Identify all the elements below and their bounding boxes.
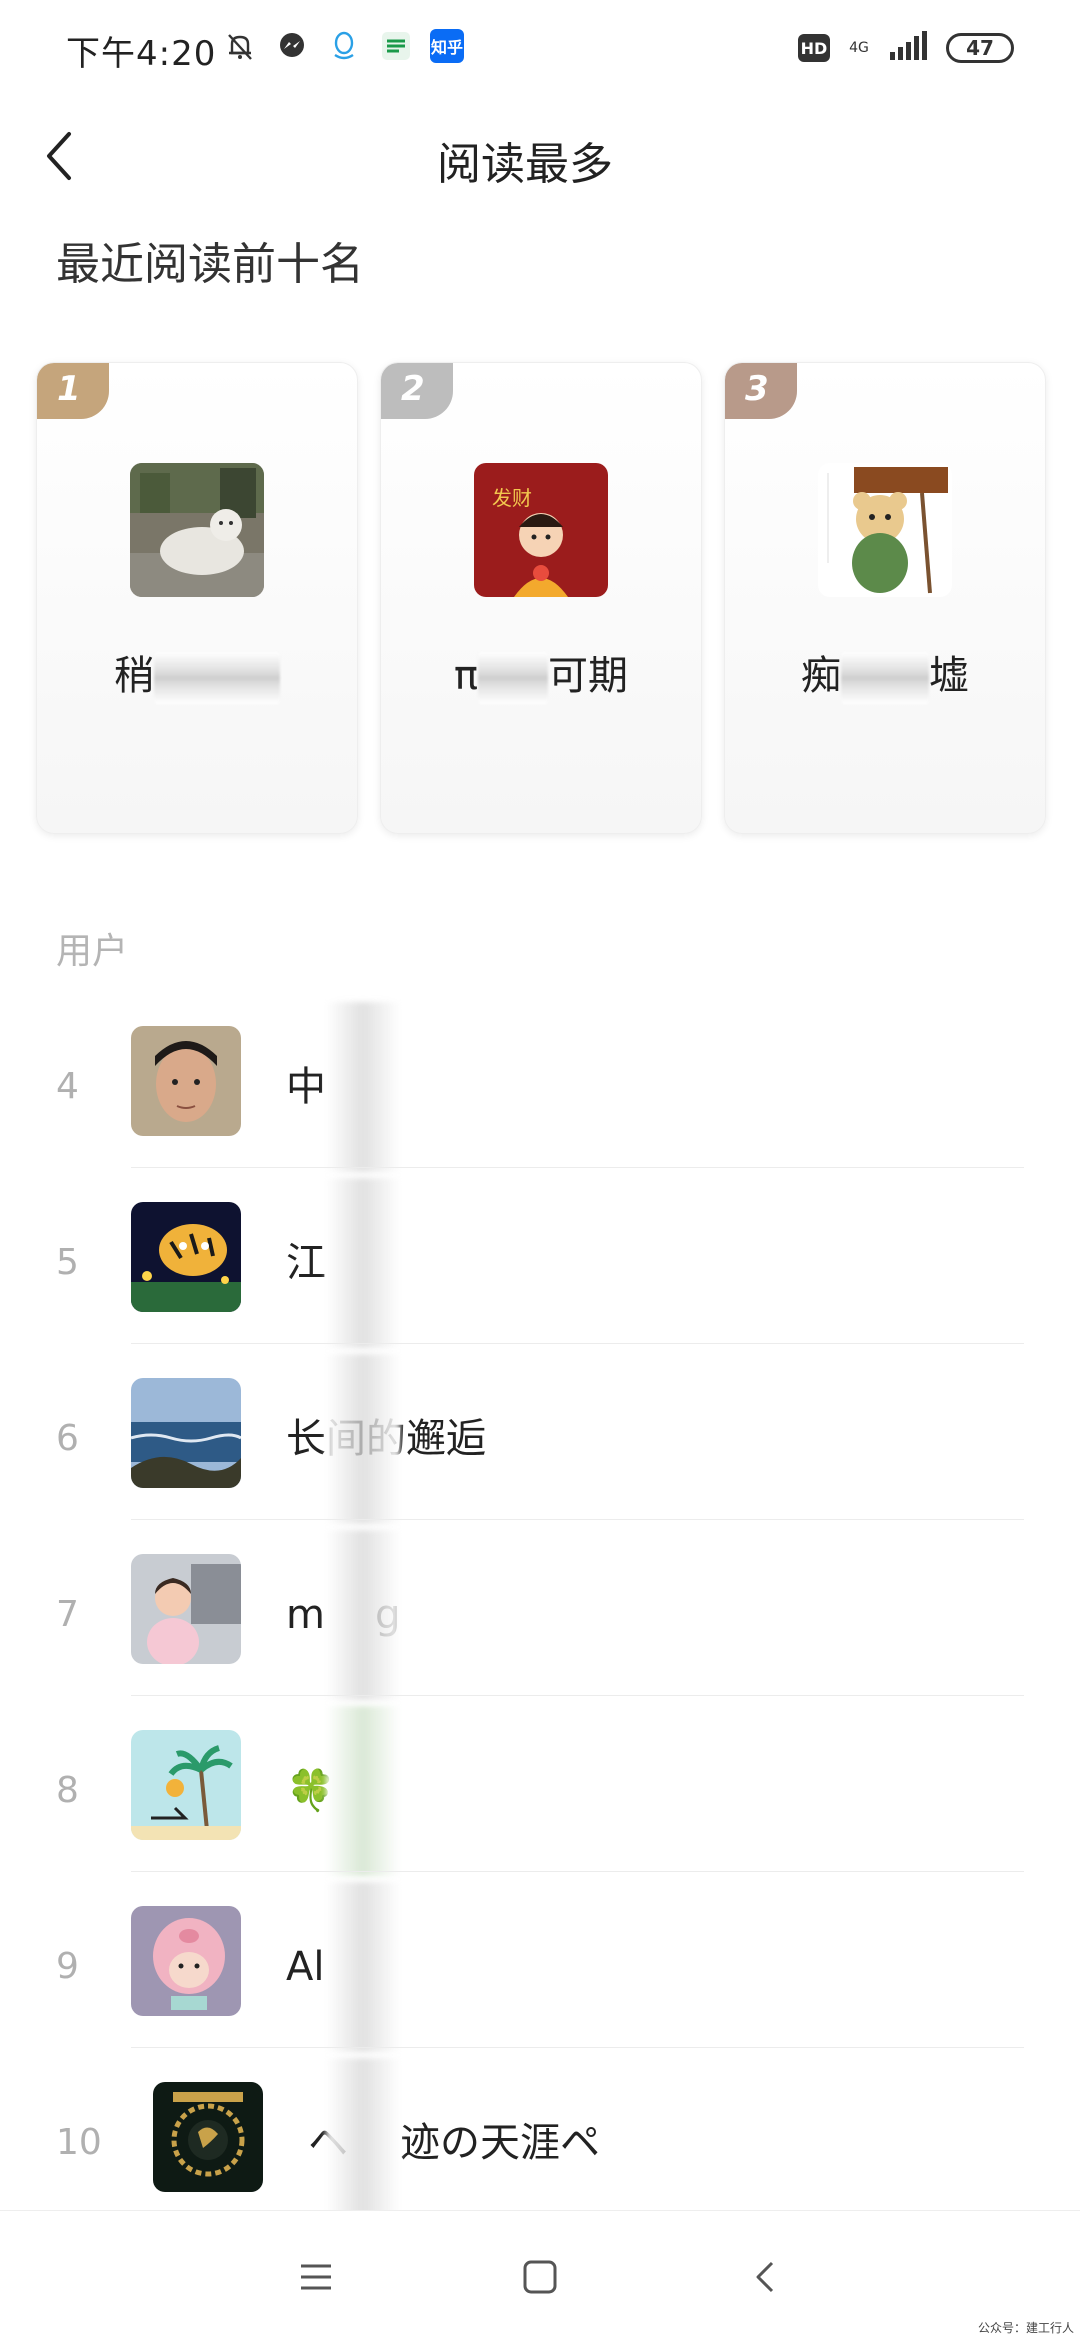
svg-text:发财: 发财 <box>492 486 532 510</box>
watermark-text: 公众号：建工行人 <box>977 2321 1074 2335</box>
avatar <box>131 1906 241 2016</box>
avatar <box>131 1378 241 1488</box>
redaction-blur <box>326 1882 400 2052</box>
signal-icon <box>888 30 928 66</box>
row-divider <box>131 2047 1024 2048</box>
row-divider <box>131 1695 1024 1696</box>
list-item-rank-9[interactable]: 9 Al <box>0 1882 1080 2068</box>
rank-number: 7 <box>56 1594 79 1635</box>
top-three-cards: 1 稍 2 发财 π 可期 3 痴 墟 <box>36 362 1046 834</box>
list-item-rank-5[interactable]: 5 江 <box>0 1178 1080 1364</box>
user-ranking-list: 4 中 5 江 6 长间的邂逅 7 m 8 🍀 9 Al 10 迹の天涯ペ <box>0 1002 1080 2244</box>
rank-number: 4 <box>56 1066 79 1107</box>
name-prefix: 长 <box>286 1416 326 1462</box>
redaction-blur <box>326 1706 400 1876</box>
name-suffix: 墟 <box>929 653 969 699</box>
fortune-avatar-image: 发财 <box>474 463 608 597</box>
back-triangle-icon <box>756 2261 774 2293</box>
system-back-button[interactable] <box>738 2249 794 2305</box>
name-suffix: 迹の天涯ペ <box>400 2120 600 2166</box>
name-prefix: π <box>453 653 479 699</box>
sea-avatar-image <box>131 1378 241 1488</box>
redaction-blur <box>154 652 280 704</box>
avatar <box>131 1202 241 1312</box>
status-time: 下午4:20 <box>66 34 217 74</box>
avatar <box>153 2082 263 2192</box>
status-bar: 下午4:20 知乎 HD 4G 47 <box>0 0 1080 100</box>
status-right-icons: HD 4G 47 <box>798 30 1014 66</box>
avatar <box>818 463 952 597</box>
redaction-blur <box>478 652 549 704</box>
name-prefix: 江 <box>286 1240 326 1286</box>
top-card-1[interactable]: 1 稍 <box>36 362 358 834</box>
row-divider <box>131 1343 1024 1344</box>
list-item-rank-6[interactable]: 6 长间的邂逅 <box>0 1354 1080 1540</box>
redaction-blur <box>841 652 929 704</box>
status-left-icons: 知乎 <box>222 28 464 64</box>
man-avatar-image <box>131 1026 241 1136</box>
user-name: 中 <box>286 1012 326 1162</box>
name-prefix: m <box>286 1592 325 1638</box>
top-card-2[interactable]: 2 发财 π 可期 <box>380 362 702 834</box>
pig-costume-avatar-image <box>131 1906 241 2016</box>
child-avatar-image <box>131 1554 241 1664</box>
top-card-3[interactable]: 3 痴墟 <box>724 362 1046 834</box>
avatar <box>131 1730 241 1840</box>
bear-avatar-image <box>818 463 952 597</box>
rank-number: 10 <box>56 2122 102 2163</box>
rank-badge: 2 <box>381 363 453 419</box>
name-prefix: 稍 <box>114 653 154 699</box>
rank-badge: 3 <box>725 363 797 419</box>
avatar <box>131 1026 241 1136</box>
row-divider <box>131 1871 1024 1872</box>
name-prefix: Al <box>286 1944 325 1990</box>
rank-number: 9 <box>56 1946 79 1987</box>
palm-beach-avatar-image <box>131 1730 241 1840</box>
rank-number: 8 <box>56 1770 79 1811</box>
hd-badge: HD <box>798 34 830 62</box>
top-card-name: π 可期 <box>381 643 701 704</box>
menu-icon <box>301 2264 331 2290</box>
list-item-rank-8[interactable]: 8 🍀 <box>0 1706 1080 1892</box>
avatar: 发财 <box>474 463 608 597</box>
name-prefix: 中 <box>286 1064 326 1110</box>
page-title: 阅读最多 <box>437 139 613 190</box>
qq-icon <box>326 28 362 64</box>
wreath-emblem-avatar-image <box>153 2082 263 2192</box>
user-name: 江 <box>286 1188 326 1338</box>
redaction-blur <box>326 1530 400 1700</box>
users-section-label: 用户 <box>56 931 129 972</box>
rank-number: 5 <box>56 1242 79 1283</box>
row-divider <box>131 1167 1024 1168</box>
name-suffix: 可期 <box>548 653 629 699</box>
system-nav-bar: 公众号：建工行人 <box>0 2210 1080 2340</box>
redaction-blur <box>326 1002 400 1172</box>
home-square-icon <box>523 2260 557 2294</box>
top-card-name: 痴墟 <box>725 643 1045 704</box>
avatar <box>130 463 264 597</box>
list-item-rank-7[interactable]: 7 mg <box>0 1530 1080 1716</box>
cat-avatar-image <box>130 463 264 597</box>
row-divider <box>131 1519 1024 1520</box>
rank-badge: 1 <box>37 363 109 419</box>
avatar <box>131 1554 241 1664</box>
bell-off-icon <box>222 28 258 64</box>
redaction-blur <box>326 2058 400 2228</box>
tiger-lantern-avatar-image <box>131 1202 241 1312</box>
redaction-blur <box>326 1354 400 1524</box>
name-prefix: 痴 <box>801 653 841 699</box>
battery-indicator: 47 <box>946 33 1014 63</box>
post-icon <box>378 28 414 64</box>
rank-number: 6 <box>56 1418 79 1459</box>
list-item-rank-4[interactable]: 4 中 <box>0 1002 1080 1188</box>
redaction-blur <box>326 1178 400 1348</box>
user-name: Al <box>286 1892 324 2042</box>
messenger-icon <box>274 28 310 64</box>
recent-apps-button[interactable] <box>288 2249 344 2305</box>
top-ten-title: 最近阅读前十名 <box>56 239 364 290</box>
home-button[interactable] <box>512 2249 568 2305</box>
zhihu-icon: 知乎 <box>430 29 464 63</box>
top-card-name: 稍 <box>37 643 357 704</box>
network-label: 4G <box>849 40 869 56</box>
